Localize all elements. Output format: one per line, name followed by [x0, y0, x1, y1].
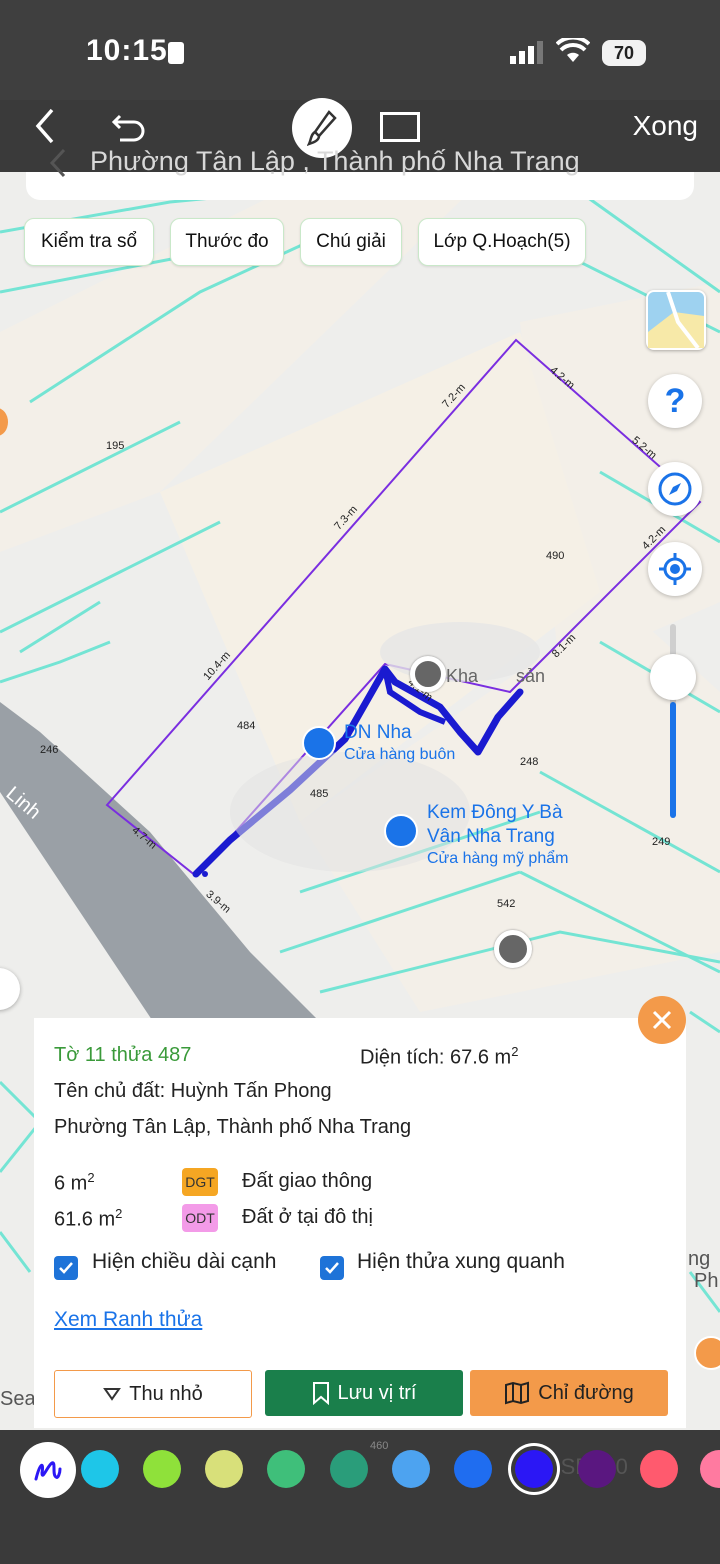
color-swatch[interactable] [205, 1450, 243, 1488]
wifi-icon [556, 38, 590, 62]
question-icon: ? [664, 381, 686, 420]
locate-icon [659, 553, 691, 585]
color-swatch[interactable] [330, 1450, 368, 1488]
parcel-number: 542 [497, 898, 516, 910]
map-icon [648, 291, 704, 350]
compass-button[interactable] [648, 462, 702, 516]
save-location-label: Lưu vị trí [337, 1381, 417, 1404]
color-swatch[interactable] [392, 1450, 430, 1488]
directions-label: Chỉ đường [538, 1381, 634, 1404]
parcel-number: 246 [40, 744, 59, 756]
done-button[interactable]: Xong [633, 110, 698, 142]
undo-icon[interactable] [110, 108, 150, 144]
cosmetics-pin-icon[interactable] [384, 814, 418, 848]
collapse-label: Thu nhỏ [129, 1382, 203, 1405]
poi-title[interactable]: DN Nha [344, 722, 412, 744]
offscreen-label: Ph [694, 1270, 719, 1292]
poi-subtitle: Cửa hàng mỹ phẩm [427, 850, 569, 867]
map-layers-button[interactable] [646, 290, 706, 350]
color-swatch[interactable] [143, 1450, 181, 1488]
parcel-address: Phường Tân Lập, Thành phố Nha Trang [54, 1116, 412, 1138]
back-icon[interactable] [30, 106, 60, 146]
color-palette-bar [0, 1430, 720, 1564]
land-use-area: 61.6 m2 [54, 1206, 123, 1231]
poi-title-suffix: sản [516, 666, 546, 686]
opacity-slider-thumb[interactable] [650, 654, 696, 700]
sheet-parcel-number: Tờ 11 thửa 487 [54, 1044, 192, 1066]
map-fold-icon [505, 1381, 530, 1405]
show-edge-length-checkbox[interactable] [54, 1256, 78, 1280]
poi-pin-icon[interactable] [302, 726, 336, 760]
clock: 10:15 [86, 34, 168, 67]
color-swatch[interactable] [81, 1450, 119, 1488]
check-title-chip[interactable]: Kiểm tra sổ [24, 218, 154, 266]
poi-title[interactable]: Kem Đông Y Bà [427, 802, 563, 824]
squiggle-icon [34, 1461, 62, 1481]
show-neighbors-checkbox[interactable] [320, 1256, 344, 1280]
status-bar: 10:15 70 [0, 0, 720, 100]
color-swatch[interactable] [267, 1450, 305, 1488]
owner-name: Tên chủ đất: Huỳnh Tấn Phong [54, 1080, 332, 1102]
poi-title[interactable]: Kha [446, 666, 478, 687]
battery-indicator: 70 [602, 40, 646, 66]
poi-pin-icon[interactable] [410, 656, 446, 692]
triangle-down-icon [103, 1388, 122, 1401]
parcel-number: 248 [520, 756, 539, 768]
color-swatch[interactable] [640, 1450, 678, 1488]
close-button[interactable] [638, 996, 686, 1044]
offscreen-label: ng [688, 1248, 711, 1270]
view-border-link[interactable]: Xem Ranh thửa [54, 1308, 202, 1332]
close-icon [652, 1010, 672, 1030]
parcel-number: 249 [652, 836, 671, 848]
check-icon [59, 1262, 73, 1274]
id-card-icon [168, 42, 184, 64]
land-use-name: Đất ở tại đô thị [242, 1206, 373, 1228]
parcel-number: 195 [106, 440, 125, 452]
opacity-slider-fill [670, 702, 676, 818]
measure-chip[interactable]: Thước đo [170, 218, 284, 266]
parcel-number: 485 [310, 788, 329, 800]
area-value: Diện tích: 67.6 m2 [360, 1044, 519, 1069]
poi-subtitle: Cửa hàng buôn [344, 746, 456, 763]
pen-style-button[interactable] [20, 1442, 76, 1498]
color-swatch[interactable] [578, 1450, 616, 1488]
show-edge-length-label[interactable]: Hiện chiều dài cạnh [92, 1250, 276, 1274]
compass-icon [658, 472, 692, 506]
signal-icon [510, 41, 543, 64]
bookmark-icon [312, 1382, 329, 1405]
land-use-code-badge: ODT [182, 1204, 218, 1232]
check-icon [325, 1262, 339, 1274]
poi-title-line2: Vân Nha Trang [427, 826, 555, 847]
collapse-button[interactable]: Thu nhỏ [54, 1370, 252, 1418]
save-location-button[interactable]: Lưu vị trí [265, 1370, 463, 1416]
land-use-name: Đất giao thông [242, 1170, 373, 1192]
directions-button[interactable]: Chỉ đường [470, 1370, 668, 1416]
parcel-number: 484 [237, 720, 256, 732]
place-pin-icon[interactable] [494, 930, 532, 968]
legend-chip[interactable]: Chú giải [300, 218, 402, 266]
color-swatch[interactable] [454, 1450, 492, 1488]
chevron-left-icon[interactable] [46, 146, 70, 180]
help-button[interactable]: ? [648, 374, 702, 428]
restaurant-pin-icon[interactable] [694, 1336, 720, 1370]
land-use-code-badge: DGT [182, 1168, 218, 1196]
color-swatch[interactable] [515, 1450, 553, 1488]
land-use-area: 6 m2 [54, 1170, 95, 1195]
offscreen-label: Sea [0, 1388, 36, 1410]
rectangle-tool-button[interactable] [380, 112, 420, 142]
show-neighbors-label[interactable]: Hiện thửa xung quanh [357, 1250, 565, 1274]
brush-icon [307, 110, 337, 146]
page-title: Phường Tân Lập , Thành phố Nha Trang [90, 146, 580, 176]
parcel-number: 460 [370, 1440, 389, 1452]
planning-layer-chip[interactable]: Lớp Q.Hoạch(5) [418, 218, 586, 266]
my-location-button[interactable] [648, 542, 702, 596]
parcel-number: 490 [546, 550, 565, 562]
